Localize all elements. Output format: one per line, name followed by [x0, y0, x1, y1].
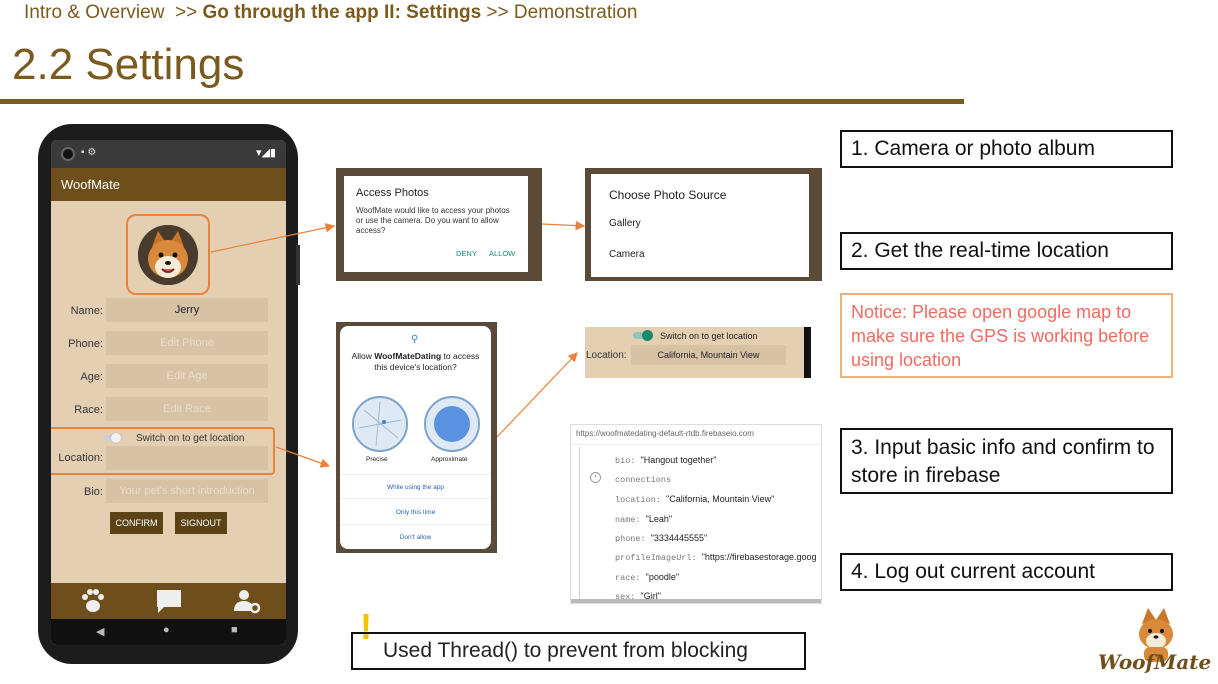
access-photos-dialog: Access Photos WoofMate would like to acc… — [336, 168, 542, 281]
while-using-option[interactable]: While using the app — [340, 484, 491, 491]
callout-logout: 4. Log out current account — [840, 553, 1173, 591]
location-toggle-label: Switch on to get location — [660, 331, 758, 341]
dialog-title: Access Photos — [356, 187, 429, 199]
db-row-bio: bio: "Hangout together" — [615, 455, 716, 466]
location-pin-icon: ⚲ — [411, 334, 419, 345]
photo-source-dialog: Choose Photo Source Gallery Camera — [585, 168, 822, 281]
db-key: connections — [615, 475, 672, 485]
tree-line — [579, 447, 580, 603]
permission-prefix: Allow — [351, 351, 375, 361]
db-row-phone: phone: "3334445555" — [615, 533, 707, 544]
precise-map-icon[interactable] — [352, 396, 408, 452]
db-row-race: race: "poodle" — [615, 572, 679, 583]
phone-edge — [804, 327, 811, 378]
allow-button[interactable]: ALLOW — [489, 249, 515, 258]
gallery-option[interactable]: Gallery — [609, 218, 641, 229]
arrow-permission-to-result — [496, 352, 578, 438]
dialog-message: WoofMate would like to access your photo… — [356, 206, 510, 235]
dont-allow-option[interactable]: Don't allow — [340, 534, 491, 541]
approximate-area — [434, 406, 470, 442]
location-result-snippet: Switch on to get location Location: Cali… — [585, 327, 811, 378]
arrow-location-to-permission — [275, 446, 331, 468]
db-key: race: — [615, 573, 641, 583]
db-row-location: location: "California, Mountain View" — [615, 494, 774, 505]
db-value: "poodle" — [645, 572, 680, 582]
thread-note: Used Thread() to prevent from blocking — [351, 632, 806, 670]
divider — [340, 524, 491, 525]
woofmate-logo: WoofMate — [1098, 650, 1212, 674]
only-this-time-option[interactable]: Only this time — [340, 509, 491, 516]
db-row-profile-image: profileImageUrl: "https://firebasestorag… — [615, 552, 817, 563]
db-value: "3334445555" — [650, 533, 708, 543]
toggle-knob — [642, 330, 653, 341]
callout-firebase: 3. Input basic info and confirm to store… — [840, 428, 1173, 494]
db-value: "https://firebasestorage.goog — [701, 552, 817, 562]
dialog-title: Choose Photo Source — [609, 188, 727, 202]
location-label: Location: — [586, 350, 627, 361]
callout-camera: 1. Camera or photo album — [840, 130, 1173, 168]
scrollbar[interactable] — [571, 599, 821, 603]
dialog-card: Choose Photo Source Gallery Camera — [591, 174, 809, 277]
divider — [340, 498, 491, 499]
permission-app-name: WoofMateDating — [374, 351, 442, 361]
callout-location: 2. Get the real-time location — [840, 232, 1173, 270]
db-key: bio: — [615, 456, 636, 466]
db-key: profileImageUrl: — [615, 553, 697, 563]
location-field[interactable]: California, Mountain View — [631, 345, 786, 365]
db-key: location: — [615, 495, 661, 505]
db-row-connections: connections — [615, 475, 671, 485]
approximate-map-icon[interactable] — [424, 396, 480, 452]
arrow-avatar-to-access — [210, 223, 336, 253]
deny-button[interactable]: DENY — [456, 249, 477, 258]
gps-notice: Notice: Please open google map to make s… — [840, 293, 1173, 378]
db-value: "Leah" — [645, 514, 673, 524]
location-permission-dialog: ⚲ Allow WoofMateDating to access this de… — [336, 322, 497, 553]
dialog-card: Access Photos WoofMate would like to acc… — [344, 176, 528, 272]
approximate-label: Approximate — [431, 456, 468, 463]
db-value: "Hangout together" — [640, 455, 717, 465]
precise-label: Precise — [366, 456, 388, 463]
divider — [340, 474, 491, 475]
db-value: "California, Mountain View" — [666, 494, 775, 504]
db-key: phone: — [615, 534, 646, 544]
arrow-access-to-source — [541, 220, 586, 231]
db-row-name: name: "Leah" — [615, 514, 672, 525]
expand-icon[interactable]: › — [590, 472, 601, 483]
location-toggle-on[interactable] — [633, 330, 653, 341]
dialog-card: ⚲ Allow WoofMateDating to access this de… — [340, 326, 491, 549]
db-key: name: — [615, 515, 641, 525]
camera-option[interactable]: Camera — [609, 249, 645, 260]
database-url: https://woofmatedating-default-rtdb.fire… — [571, 425, 821, 445]
firebase-database-view: https://woofmatedating-default-rtdb.fire… — [570, 424, 822, 604]
permission-message: Allow WoofMateDating to access this devi… — [350, 351, 481, 373]
